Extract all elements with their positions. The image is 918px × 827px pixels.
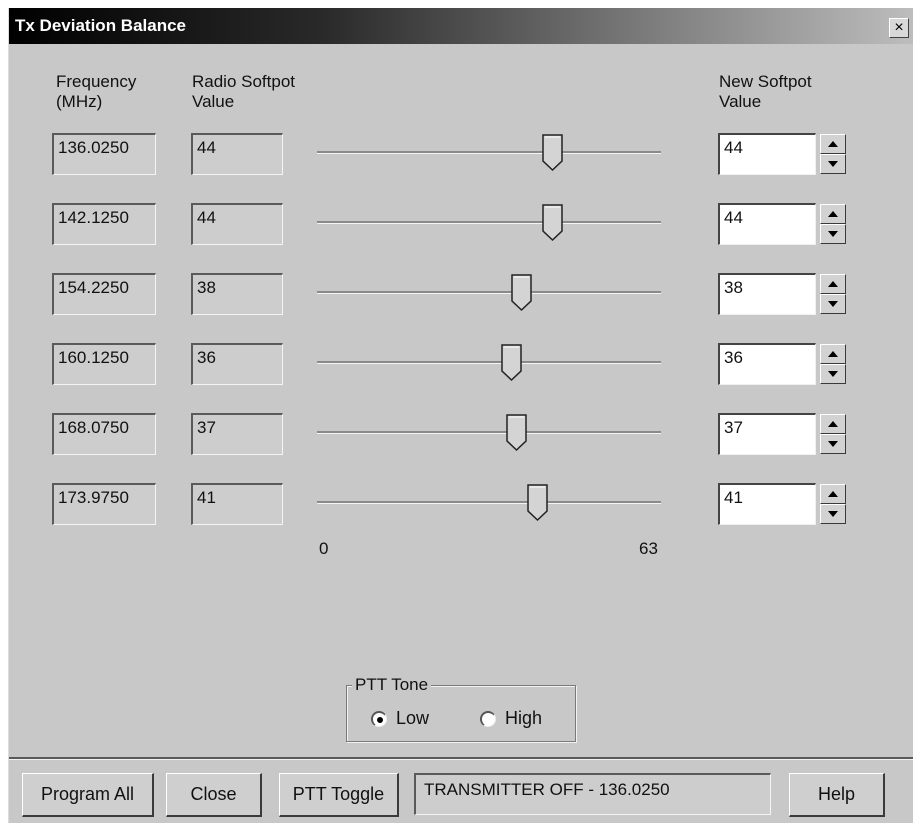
spin-down-arrow-icon[interactable] <box>820 504 846 524</box>
slider-max-label: 63 <box>639 539 658 558</box>
spin-down-arrow-icon[interactable] <box>820 154 846 174</box>
softpot-slider[interactable] <box>317 482 661 526</box>
radio-softpot-field: 38 <box>191 273 283 315</box>
ptt-tone-high-label: High <box>505 708 543 728</box>
help-button[interactable]: Help <box>789 773 885 817</box>
slider-thumb-icon[interactable] <box>501 344 523 382</box>
radio-softpot-header: Radio Softpot Value <box>192 72 296 111</box>
radio-softpot-field: 37 <box>191 413 283 455</box>
dialog-window: Tx Deviation Balance × Frequency (MHz) R… <box>8 8 913 823</box>
ptt-toggle-button[interactable]: PTT Toggle <box>279 773 399 817</box>
frequency-field: 160.1250 <box>52 343 156 385</box>
new-softpot-spinner[interactable] <box>820 414 846 454</box>
ptt-tone-low-radio[interactable]: Low <box>371 708 429 729</box>
spin-up-arrow-icon[interactable] <box>820 274 846 294</box>
spin-up-arrow-icon[interactable] <box>820 414 846 434</box>
program-all-button[interactable]: Program All <box>22 773 154 817</box>
new-softpot-input[interactable]: 38 <box>718 273 816 315</box>
slider-thumb-icon[interactable] <box>511 274 533 312</box>
new-softpot-spinner[interactable] <box>820 484 846 524</box>
frequency-field: 142.1250 <box>52 203 156 245</box>
slider-track <box>317 291 661 294</box>
slider-track <box>317 221 661 224</box>
new-softpot-input[interactable]: 44 <box>718 203 816 245</box>
ptt-tone-group: PTT Tone Low High <box>346 675 576 742</box>
ptt-tone-legend: PTT Tone <box>352 675 432 695</box>
new-softpot-spinner[interactable] <box>820 344 846 384</box>
spin-up-arrow-icon[interactable] <box>820 344 846 364</box>
slider-thumb-icon[interactable] <box>542 204 564 242</box>
slider-track <box>317 431 661 434</box>
frequency-field: 168.0750 <box>52 413 156 455</box>
ptt-tone-low-label: Low <box>396 708 430 728</box>
new-softpot-input[interactable]: 36 <box>718 343 816 385</box>
radio-softpot-field: 41 <box>191 483 283 525</box>
slider-thumb-icon[interactable] <box>506 414 528 452</box>
footer-separator <box>9 757 913 760</box>
slider-track <box>317 151 661 154</box>
radio-softpot-field: 44 <box>191 203 283 245</box>
spin-up-arrow-icon[interactable] <box>820 134 846 154</box>
radio-softpot-field: 36 <box>191 343 283 385</box>
new-softpot-spinner[interactable] <box>820 274 846 314</box>
new-softpot-spinner[interactable] <box>820 204 846 244</box>
radio-button-icon <box>371 710 387 727</box>
softpot-slider[interactable] <box>317 272 661 316</box>
radio-softpot-field: 44 <box>191 133 283 175</box>
new-softpot-spinner[interactable] <box>820 134 846 174</box>
frequency-header: Frequency (MHz) <box>56 72 137 111</box>
radio-selected-dot <box>377 716 383 723</box>
slider-track <box>317 501 661 504</box>
slider-thumb-icon[interactable] <box>542 134 564 172</box>
slider-thumb-icon[interactable] <box>527 484 549 522</box>
ptt-tone-high-radio[interactable]: High <box>480 708 542 729</box>
frequency-field: 154.2250 <box>52 273 156 315</box>
spin-down-arrow-icon[interactable] <box>820 364 846 384</box>
new-softpot-input[interactable]: 41 <box>718 483 816 525</box>
softpot-slider[interactable] <box>317 202 661 246</box>
close-button[interactable]: Close <box>166 773 262 817</box>
frequency-field: 173.9750 <box>52 483 156 525</box>
window-title: Tx Deviation Balance <box>15 16 187 35</box>
new-softpot-input[interactable]: 37 <box>718 413 816 455</box>
frequency-field: 136.0250 <box>52 133 156 175</box>
softpot-slider[interactable] <box>317 342 661 386</box>
close-window-button[interactable]: × <box>889 18 909 38</box>
slider-min-label: 0 <box>319 539 329 558</box>
title-bar[interactable]: Tx Deviation Balance × <box>9 8 913 44</box>
radio-button-icon <box>480 710 496 727</box>
spin-down-arrow-icon[interactable] <box>820 224 846 244</box>
spin-down-arrow-icon[interactable] <box>820 294 846 314</box>
transmitter-status-field: TRANSMITTER OFF - 136.0250 <box>414 773 771 815</box>
new-softpot-input[interactable]: 44 <box>718 133 816 175</box>
spin-up-arrow-icon[interactable] <box>820 204 846 224</box>
slider-track <box>317 361 661 364</box>
spin-up-arrow-icon[interactable] <box>820 484 846 504</box>
softpot-slider[interactable] <box>317 412 661 456</box>
new-softpot-header: New Softpot Value <box>719 72 812 111</box>
spin-down-arrow-icon[interactable] <box>820 434 846 454</box>
softpot-slider[interactable] <box>317 132 661 176</box>
